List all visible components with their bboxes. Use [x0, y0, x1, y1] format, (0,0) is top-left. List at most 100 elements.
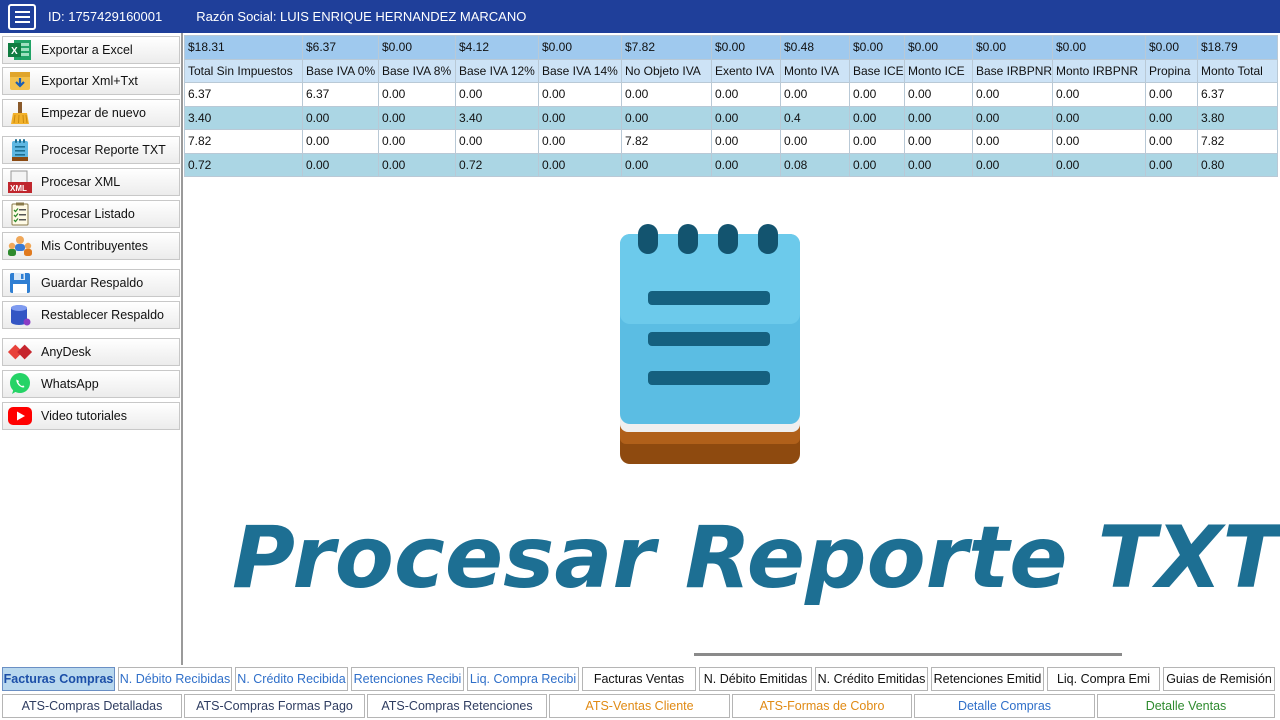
table-cell[interactable]: 0.00	[849, 105, 905, 130]
table-cell[interactable]: 0.72	[184, 152, 303, 177]
column-header[interactable]: Exento IVA	[711, 58, 781, 83]
table-cell[interactable]: 0.00	[1145, 152, 1198, 177]
table-cell[interactable]: 0.00	[849, 129, 905, 154]
column-header[interactable]: Propina	[1145, 58, 1198, 83]
save-backup-button[interactable]: Guardar Respaldo	[2, 269, 180, 297]
table-row[interactable]: 3.40 0.00 0.00 3.40 0.00 0.00 0.00 0.4 0…	[184, 105, 1278, 130]
table-cell[interactable]: 0.00	[378, 105, 456, 130]
export-excel-button[interactable]: X Exportar a Excel	[2, 36, 180, 64]
tab-detalle-compras[interactable]: Detalle Compras	[914, 694, 1095, 718]
table-cell[interactable]: 7.82	[184, 129, 303, 154]
table-cell[interactable]: 0.00	[378, 129, 456, 154]
tab-retenciones-recibidas[interactable]: Retenciones Recibi	[351, 667, 464, 691]
table-cell[interactable]: 0.00	[302, 152, 379, 177]
column-header[interactable]: Base IVA 14%	[538, 58, 622, 83]
table-cell[interactable]: 0.00	[849, 152, 905, 177]
column-header[interactable]: Monto IRBPNR	[1052, 58, 1146, 83]
tab-retenciones-emitidas[interactable]: Retenciones Emitid	[931, 667, 1044, 691]
table-cell[interactable]: 0.00	[455, 82, 539, 107]
table-cell[interactable]: 0.00	[972, 82, 1053, 107]
tab-liq-compra-recibida[interactable]: Liq. Compra Recibi	[467, 667, 579, 691]
tab-ats-formas-cobro[interactable]: ATS-Formas de Cobro	[732, 694, 912, 718]
table-cell[interactable]: 0.00	[711, 129, 781, 154]
process-list-button[interactable]: Procesar Listado	[2, 200, 180, 228]
table-cell[interactable]: 0.00	[1052, 82, 1146, 107]
column-header[interactable]: No Objeto IVA	[621, 58, 712, 83]
video-tutorials-button[interactable]: Video tutoriales	[2, 402, 180, 430]
start-over-button[interactable]: Empezar de nuevo	[2, 99, 180, 127]
tab-guias-remision[interactable]: Guias de Remisión	[1163, 667, 1275, 691]
column-header[interactable]: Monto Total	[1197, 58, 1278, 83]
table-cell[interactable]: 0.00	[972, 129, 1053, 154]
table-cell[interactable]: 0.4	[780, 105, 850, 130]
table-cell[interactable]: 6.37	[184, 82, 303, 107]
table-cell[interactable]: 0.00	[780, 129, 850, 154]
whatsapp-button[interactable]: WhatsApp	[2, 370, 180, 398]
tab-nd-recibidas[interactable]: N. Débito Recibidas	[118, 667, 232, 691]
table-cell[interactable]: 0.00	[378, 152, 456, 177]
table-cell[interactable]: 0.00	[621, 82, 712, 107]
tab-nc-emitidas[interactable]: N. Crédito Emitidas	[815, 667, 928, 691]
restore-backup-button[interactable]: Restablecer Respaldo	[2, 301, 180, 329]
horizontal-scrollbar[interactable]	[694, 653, 1122, 656]
column-header[interactable]: Monto ICE	[904, 58, 973, 83]
table-cell[interactable]: 0.00	[972, 152, 1053, 177]
table-cell[interactable]: 0.00	[711, 105, 781, 130]
table-cell[interactable]: 7.82	[1197, 129, 1278, 154]
column-header[interactable]: Base ICE	[849, 58, 905, 83]
anydesk-button[interactable]: AnyDesk	[2, 338, 180, 366]
tab-nc-recibida[interactable]: N. Crédito Recibida	[235, 667, 348, 691]
table-cell[interactable]: 6.37	[1197, 82, 1278, 107]
table-cell[interactable]: 0.00	[904, 82, 973, 107]
table-cell[interactable]: 0.00	[538, 152, 622, 177]
table-cell[interactable]: 0.00	[780, 82, 850, 107]
table-cell[interactable]: 0.00	[621, 105, 712, 130]
table-cell[interactable]: 0.00	[1145, 105, 1198, 130]
table-cell[interactable]: 0.00	[302, 105, 379, 130]
table-row[interactable]: 6.37 6.37 0.00 0.00 0.00 0.00 0.00 0.00 …	[184, 82, 1278, 107]
table-cell[interactable]: 0.00	[1052, 105, 1146, 130]
table-cell[interactable]: 0.00	[711, 82, 781, 107]
process-xml-button[interactable]: XML Procesar XML	[2, 168, 180, 196]
tab-nd-emitidas[interactable]: N. Débito Emitidas	[699, 667, 812, 691]
table-cell[interactable]: 0.00	[538, 82, 622, 107]
table-cell[interactable]: 0.80	[1197, 152, 1278, 177]
tab-facturas-ventas[interactable]: Facturas Ventas	[582, 667, 696, 691]
table-cell[interactable]: 0.00	[904, 129, 973, 154]
table-cell[interactable]: 0.00	[972, 105, 1053, 130]
process-txt-report-button[interactable]: Procesar Reporte TXT	[2, 136, 180, 164]
tab-detalle-ventas[interactable]: Detalle Ventas	[1097, 694, 1275, 718]
column-header[interactable]: Base IVA 12%	[455, 58, 539, 83]
table-cell[interactable]: 0.00	[1052, 129, 1146, 154]
my-taxpayers-button[interactable]: Mis Contribuyentes	[2, 232, 180, 260]
table-cell[interactable]: 3.40	[184, 105, 303, 130]
tab-liq-compra-emitida[interactable]: Liq. Compra Emi	[1047, 667, 1160, 691]
table-cell[interactable]: 0.00	[538, 129, 622, 154]
table-cell[interactable]: 0.00	[302, 129, 379, 154]
tab-ats-compras-detalladas[interactable]: ATS-Compras Detalladas	[2, 694, 182, 718]
table-cell[interactable]: 3.40	[455, 105, 539, 130]
table-cell[interactable]: 6.37	[302, 82, 379, 107]
table-cell[interactable]: 0.00	[1145, 129, 1198, 154]
tab-ats-compras-formas-pago[interactable]: ATS-Compras Formas Pago	[184, 694, 365, 718]
table-cell[interactable]: 0.00	[378, 82, 456, 107]
export-xml-txt-button[interactable]: Exportar Xml+Txt	[2, 67, 180, 95]
hamburger-menu-button[interactable]	[8, 3, 36, 30]
table-cell[interactable]: 0.00	[1145, 82, 1198, 107]
table-cell[interactable]: 0.00	[538, 105, 622, 130]
table-cell[interactable]: 0.72	[455, 152, 539, 177]
column-header[interactable]: Base IVA 8%	[378, 58, 456, 83]
table-cell[interactable]: 0.00	[904, 152, 973, 177]
table-cell[interactable]: 0.00	[1052, 152, 1146, 177]
table-cell[interactable]: 0.00	[904, 105, 973, 130]
table-cell[interactable]: 3.80	[1197, 105, 1278, 130]
tab-ats-compras-retenciones[interactable]: ATS-Compras Retenciones	[367, 694, 547, 718]
column-header[interactable]: Base IRBPNR	[972, 58, 1053, 83]
table-cell[interactable]: 7.82	[621, 129, 712, 154]
table-cell[interactable]: 0.00	[711, 152, 781, 177]
table-row[interactable]: 7.82 0.00 0.00 0.00 0.00 7.82 0.00 0.00 …	[184, 129, 1278, 154]
table-cell[interactable]: 0.00	[621, 152, 712, 177]
column-header[interactable]: Total Sin Impuestos	[184, 58, 303, 83]
table-cell[interactable]: 0.08	[780, 152, 850, 177]
column-header[interactable]: Monto IVA	[780, 58, 850, 83]
